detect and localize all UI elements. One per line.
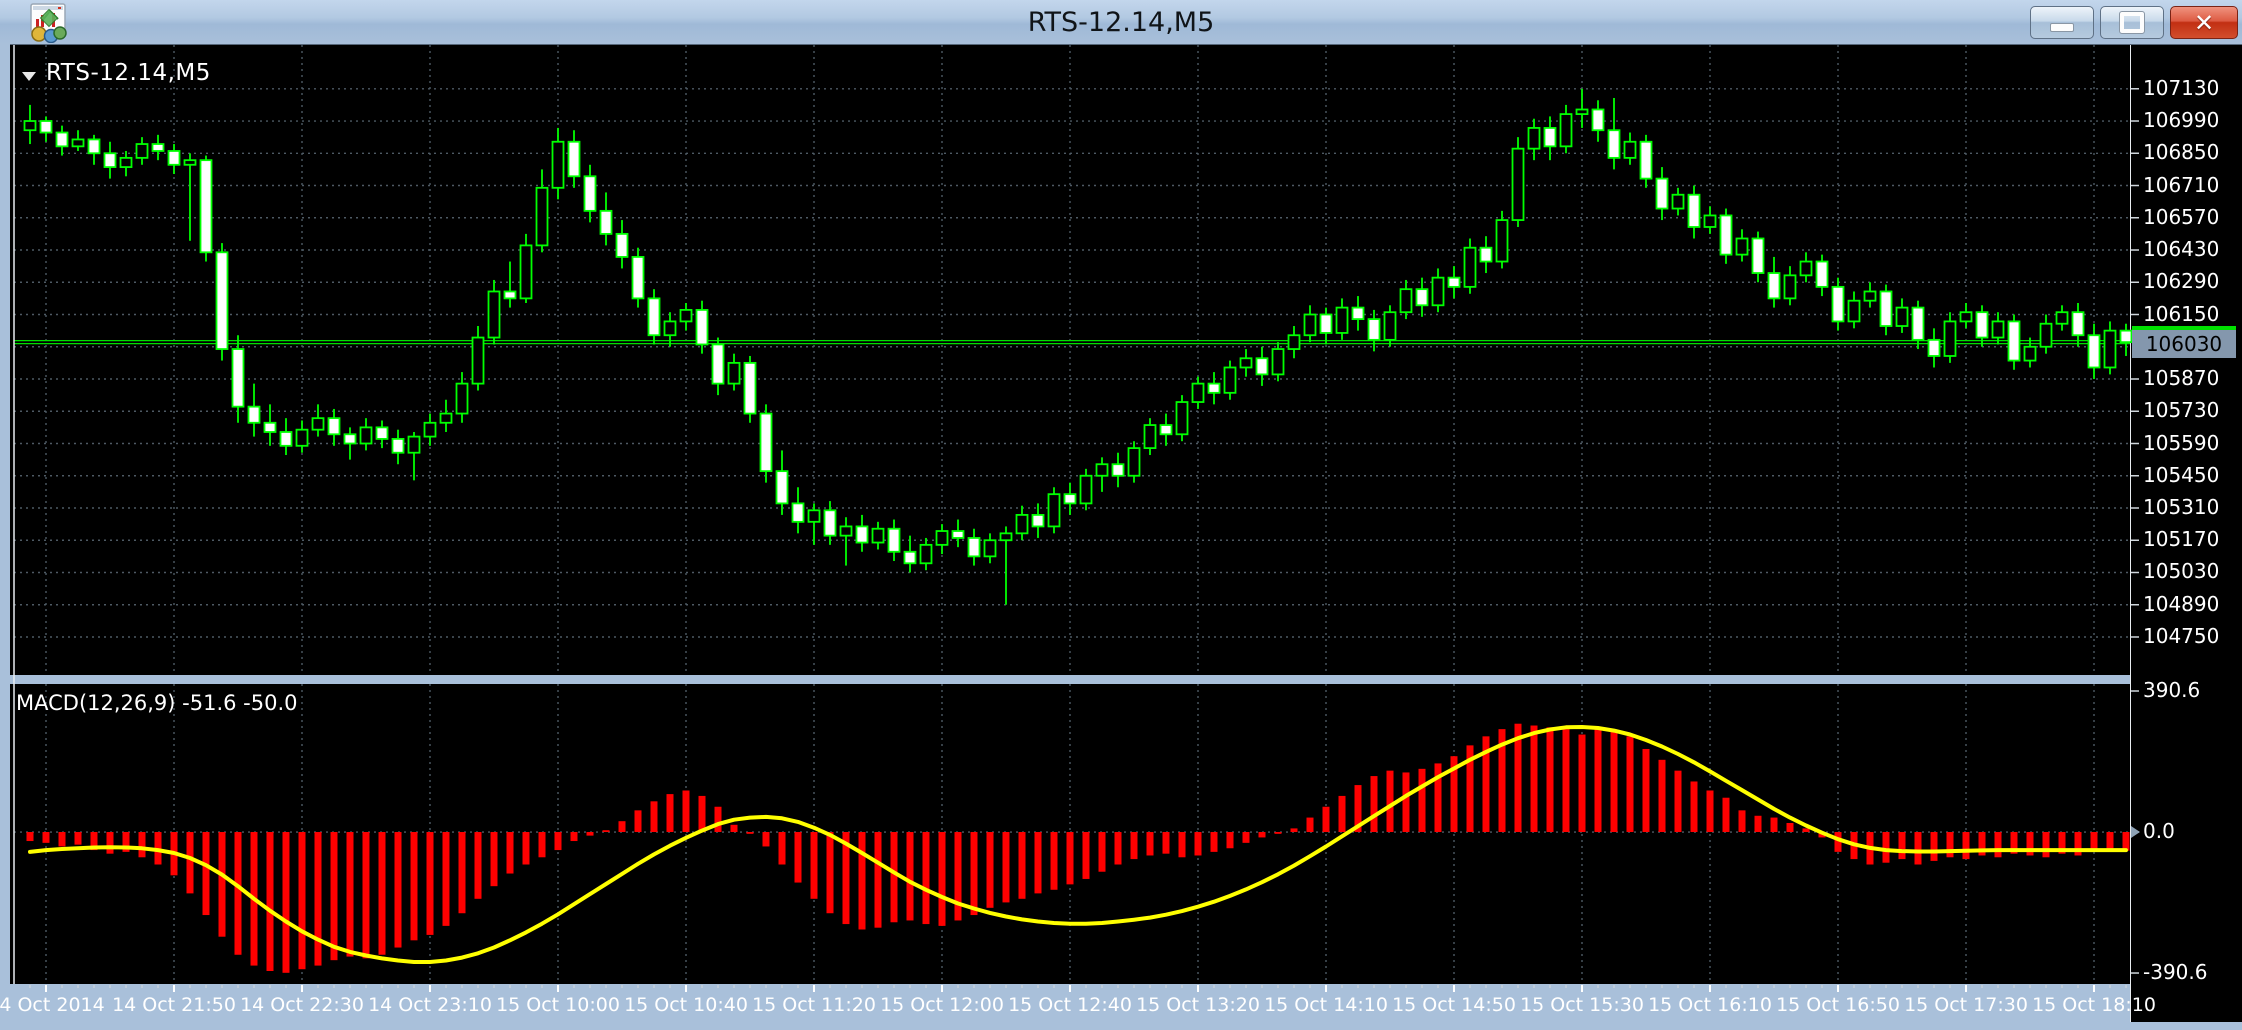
price-axis-tick-label: 105450 xyxy=(2143,463,2219,487)
price-axis-tick-label: 106430 xyxy=(2143,237,2219,261)
price-axis-tick-label: 107130 xyxy=(2143,76,2219,100)
macd-scale-tick-label: -390.6 xyxy=(2143,960,2207,984)
macd-indicator-label: MACD(12,26,9) -51.6 -50.0 xyxy=(16,691,298,715)
price-axis-tick-label: 105030 xyxy=(2143,559,2219,583)
macd-scale-tick-label: 0.0 xyxy=(2143,819,2175,843)
price-axis-tick-label: 105870 xyxy=(2143,366,2219,390)
price-axis-tick-label: 105170 xyxy=(2143,527,2219,551)
price-axis-tick-label: 106290 xyxy=(2143,269,2219,293)
price-axis-tick-label: 106150 xyxy=(2143,302,2219,326)
window-frame-bottom xyxy=(0,1022,2242,1030)
chart-symbol-label: RTS-12.14,M5 xyxy=(46,60,211,86)
terminal-window: RTS-12.14,M5 ✕ RTS-12.14,M5 MACD(12,26,9… xyxy=(0,0,2242,1030)
price-axis-tick-label: 105730 xyxy=(2143,398,2219,422)
price-axis-tick-label: 106570 xyxy=(2143,205,2219,229)
price-axis-tick-label: 106990 xyxy=(2143,108,2219,132)
price-axis-tick-label: 104750 xyxy=(2143,624,2219,648)
chart-symbol-dropdown-icon[interactable] xyxy=(22,72,36,81)
price-axis-tick-label: 106710 xyxy=(2143,173,2219,197)
current-price-badge: 106030 xyxy=(2132,326,2236,358)
price-axis-tick-label: 105310 xyxy=(2143,495,2219,519)
price-axis-tick-label: 104890 xyxy=(2143,592,2219,616)
time-axis-label: 15 Oct 18:10 xyxy=(2014,994,2174,1016)
chart-plot[interactable] xyxy=(0,0,2242,1030)
price-axis-tick-label: 106850 xyxy=(2143,140,2219,164)
price-axis-tick-label: 105590 xyxy=(2143,431,2219,455)
macd-scale-tick-label: 390.6 xyxy=(2143,678,2200,702)
